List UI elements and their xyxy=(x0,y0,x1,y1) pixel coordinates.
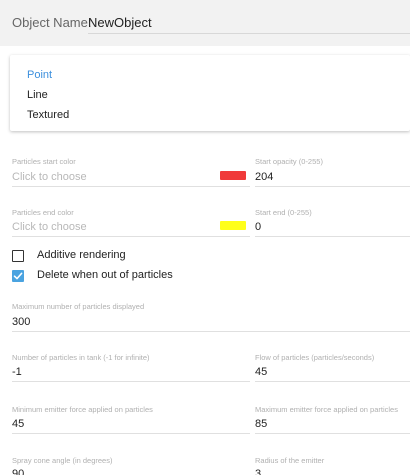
spray-angle-input[interactable]: 90 xyxy=(12,468,24,475)
max-force-input[interactable]: 85 xyxy=(255,418,267,430)
delete-when-out-label: Delete when out of particles xyxy=(37,269,173,281)
end-color-label: Particles end color xyxy=(12,208,74,217)
object-name-input[interactable]: NewObject xyxy=(88,15,152,30)
flow-input[interactable]: 45 xyxy=(255,366,267,378)
start-opacity-input[interactable]: 204 xyxy=(255,171,273,183)
delete-when-out-checkbox[interactable] xyxy=(12,270,24,282)
render-type-point[interactable]: Point xyxy=(27,69,52,81)
render-type-textured[interactable]: Textured xyxy=(27,109,69,121)
max-force-underline xyxy=(255,433,410,434)
max-particles-label: Maximum number of particles displayed xyxy=(12,302,145,311)
min-force-underline xyxy=(12,433,250,434)
object-name-underline xyxy=(88,33,410,34)
start-opacity-label: Start opacity (0-255) xyxy=(255,157,323,166)
flow-underline xyxy=(255,381,410,382)
additive-rendering-label: Additive rendering xyxy=(37,249,126,261)
flow-label: Flow of particles (particles/seconds) xyxy=(255,353,375,362)
min-force-label: Minimum emitter force applied on particl… xyxy=(12,405,153,414)
object-name-label: Object Name: xyxy=(12,15,92,30)
spray-angle-label: Spray cone angle (in degrees) xyxy=(12,456,113,465)
checkmark-icon xyxy=(13,272,23,280)
particles-in-tank-input[interactable]: -1 xyxy=(12,366,22,378)
max-particles-underline xyxy=(12,331,410,332)
particles-in-tank-label: Number of particles in tank (-1 for infi… xyxy=(12,353,150,362)
additive-rendering-checkbox[interactable] xyxy=(12,250,24,262)
render-type-line[interactable]: Line xyxy=(27,89,48,101)
end-color-picker[interactable]: Click to choose xyxy=(12,221,87,233)
start-opacity-underline xyxy=(255,186,410,187)
start-color-underline xyxy=(12,186,250,187)
start-color-picker[interactable]: Click to choose xyxy=(12,171,87,183)
particles-in-tank-underline xyxy=(12,381,250,382)
end-color-swatch[interactable] xyxy=(220,221,246,230)
max-particles-input[interactable]: 300 xyxy=(12,316,30,328)
min-force-input[interactable]: 45 xyxy=(12,418,24,430)
object-name-bar: Object Name: NewObject xyxy=(0,0,410,46)
start-color-swatch[interactable] xyxy=(220,171,246,180)
end-color-underline xyxy=(12,236,250,237)
start-end-underline xyxy=(255,236,410,237)
start-end-label: Start end (0-255) xyxy=(255,208,312,217)
max-force-label: Maximum emitter force applied on particl… xyxy=(255,405,398,414)
start-color-label: Particles start color xyxy=(12,157,76,166)
render-type-list: Point Line Textured xyxy=(10,55,410,131)
emitter-radius-input[interactable]: 3 xyxy=(255,468,261,475)
emitter-radius-label: Radius of the emitter xyxy=(255,456,325,465)
start-end-input[interactable]: 0 xyxy=(255,221,261,233)
